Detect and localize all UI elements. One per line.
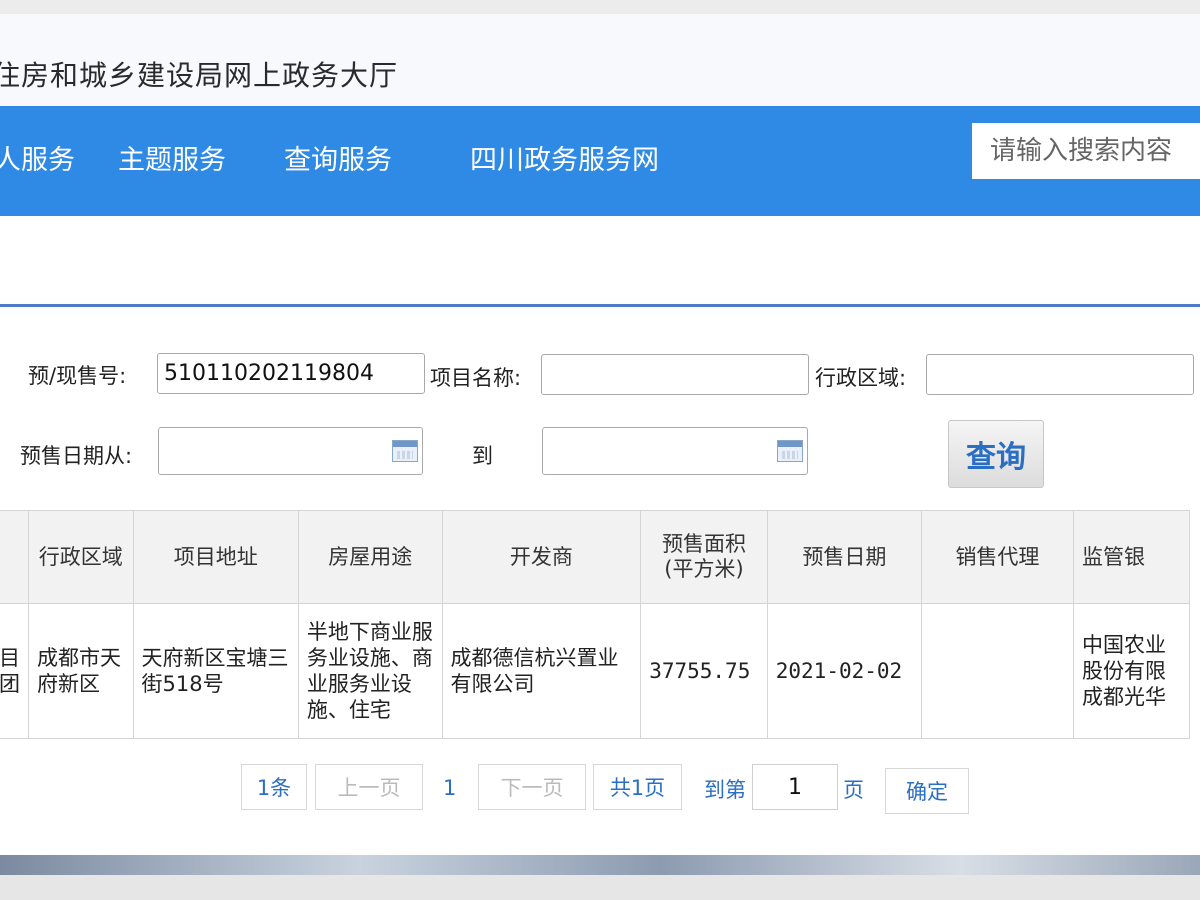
column-header-sales-agent: 销售代理: [920, 510, 1074, 604]
top-strip: [0, 0, 1200, 14]
column-header-supervising-bank: 监管银: [1072, 510, 1191, 604]
column-header-presale-area: 预售面积(平方米): [640, 510, 768, 604]
calendar-icon[interactable]: [392, 440, 418, 462]
column-header-project-address: 项目地址: [132, 510, 299, 604]
content-spacer: [0, 216, 1200, 306]
table-row[interactable]: 目团 成都市天府新区 天府新区宝塘三街518号 半地下商业服务业设施、商业服务业…: [0, 603, 1191, 739]
date-from-input[interactable]: [158, 427, 423, 475]
date-to-label: 到: [472, 444, 493, 468]
district-label: 行政区域:: [815, 366, 907, 390]
goto-page-input[interactable]: [752, 764, 838, 810]
footer-image-strip: [0, 855, 1200, 875]
cell-sales-agent: [920, 603, 1074, 739]
query-button[interactable]: 查询: [948, 420, 1044, 488]
cell-building-usage: 半地下商业服务业设施、商业服务业设施、住宅: [297, 603, 443, 739]
prev-page-button[interactable]: 上一页: [315, 764, 423, 810]
presale-no-input[interactable]: [157, 353, 425, 394]
project-name-label: 项目名称:: [430, 366, 522, 390]
column-header-district: 行政区域: [28, 510, 134, 604]
date-to-input[interactable]: [542, 427, 808, 475]
column-header: [0, 510, 29, 604]
site-title: 住房和城乡建设局网上政务大厅: [0, 59, 399, 92]
nav-item-personal-services[interactable]: 人服务: [0, 138, 75, 177]
next-page-button[interactable]: 下一页: [478, 764, 586, 810]
cell-supervising-bank: 中国农业股份有限成都光华: [1072, 603, 1191, 739]
confirm-button[interactable]: 确定: [885, 768, 969, 814]
column-header-building-usage: 房屋用途: [297, 510, 443, 604]
cell-project-address: 天府新区宝塘三街518号: [132, 603, 299, 739]
nav-item-sichuan-gov-portal[interactable]: 四川政务服务网: [470, 138, 659, 177]
district-input[interactable]: [926, 354, 1194, 395]
cell-project-name[interactable]: 目团: [0, 603, 29, 739]
page-suffix: 页: [843, 778, 864, 802]
cell-presale-date: 2021-02-02: [766, 603, 922, 739]
goto-label: 到第: [704, 778, 746, 802]
current-page: 1: [443, 776, 457, 800]
nav-item-query-services[interactable]: 查询服务: [284, 138, 392, 177]
nav-item-theme-services[interactable]: 主题服务: [118, 138, 226, 177]
cell-presale-area: 37755.75: [640, 603, 768, 739]
results-table: 行政区域 项目地址 房屋用途 开发商 预售面积(平方米) 预售日期 销售代理 监…: [0, 510, 1191, 739]
calendar-icon[interactable]: [777, 440, 803, 462]
date-from-label: 预售日期从:: [20, 444, 133, 468]
record-count: 1条: [241, 764, 307, 810]
total-pages: 共1页: [593, 764, 682, 810]
cell-district: 成都市天府新区: [28, 603, 134, 739]
site-header: 住房和城乡建设局网上政务大厅: [0, 14, 1200, 106]
search-input[interactable]: [972, 123, 1200, 179]
presale-no-label: 预/现售号:: [28, 364, 127, 388]
column-header-presale-date: 预售日期: [766, 510, 922, 604]
column-header-developer: 开发商: [441, 510, 642, 604]
cell-developer: 成都德信杭兴置业有限公司: [441, 603, 642, 739]
project-name-input[interactable]: [541, 354, 809, 395]
table-header-row: 行政区域 项目地址 房屋用途 开发商 预售面积(平方米) 预售日期 销售代理 监…: [0, 510, 1191, 604]
